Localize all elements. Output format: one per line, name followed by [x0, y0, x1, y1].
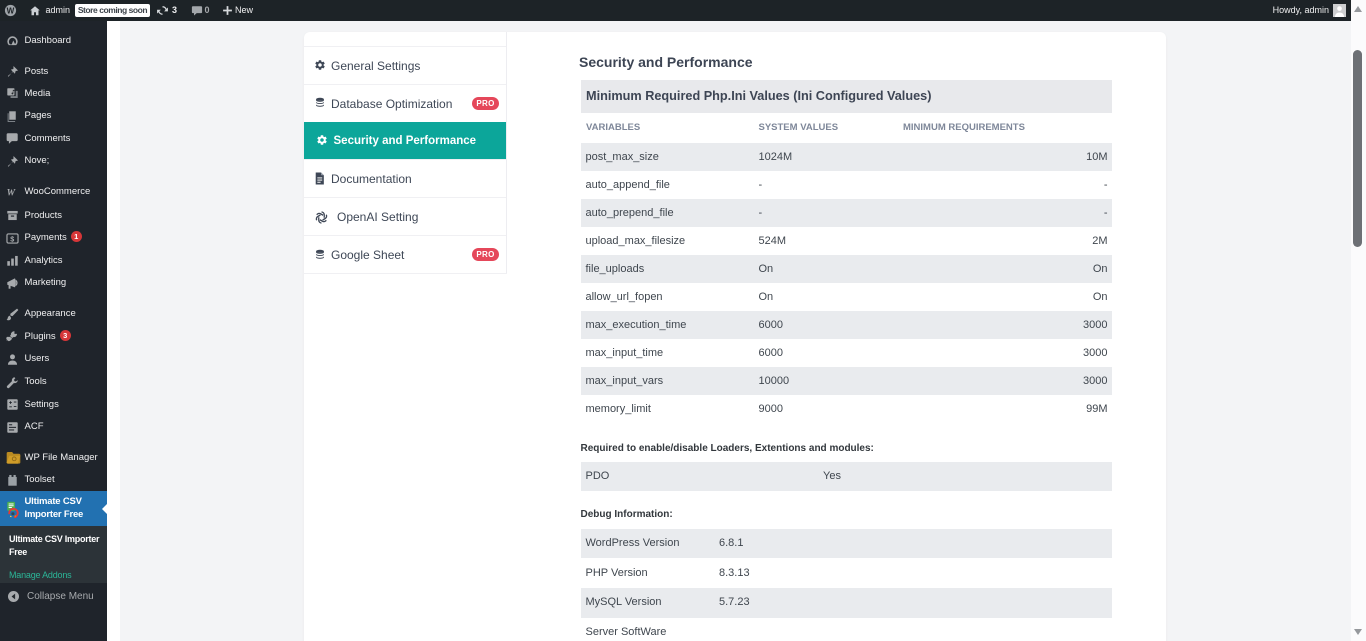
- svg-text:W: W: [7, 6, 15, 15]
- svg-text:W: W: [7, 187, 17, 198]
- svg-text:$: $: [10, 235, 14, 243]
